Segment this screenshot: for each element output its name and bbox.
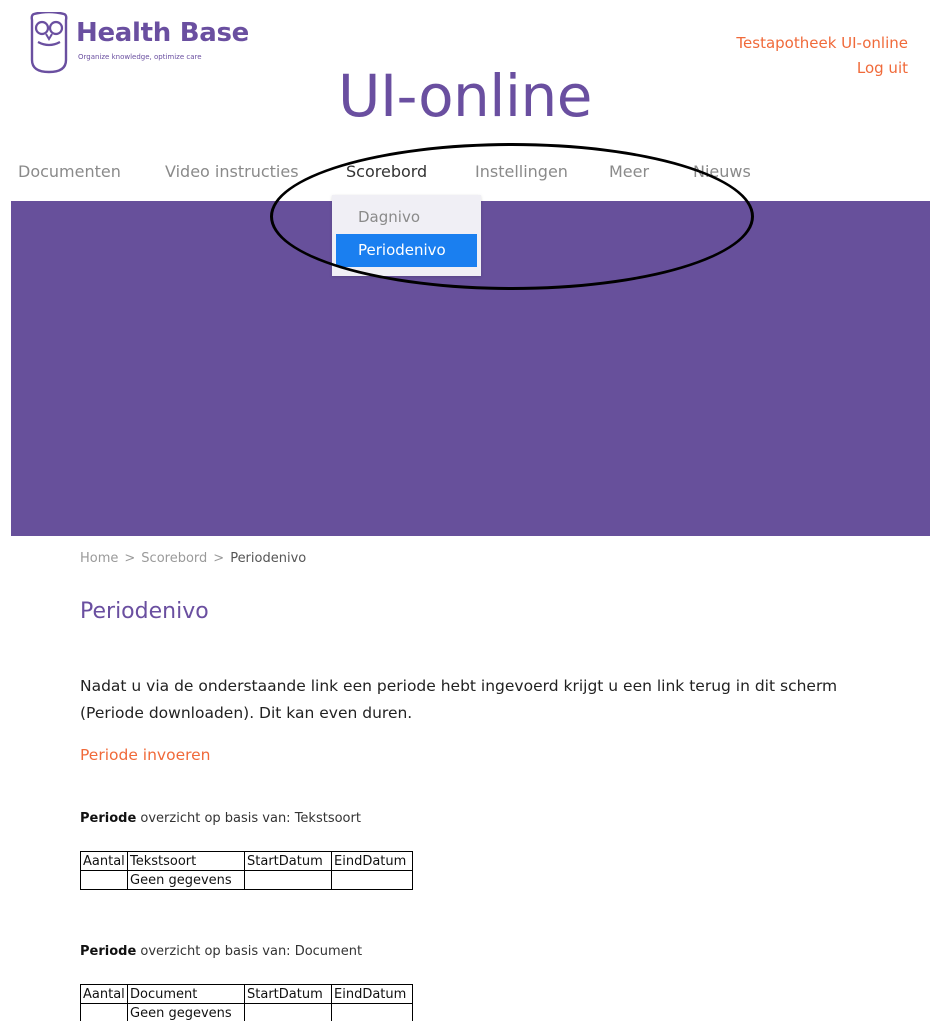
page-title: Periodenivo xyxy=(80,599,209,624)
breadcrumb-separator: > xyxy=(124,551,136,566)
table-cell xyxy=(80,870,128,890)
intro-text: Nadat u via de onderstaande link een per… xyxy=(80,677,838,722)
table-cell xyxy=(80,1003,128,1021)
table-cell xyxy=(244,1003,332,1021)
caption-text: overzicht op basis van: Document xyxy=(136,944,363,959)
account-link[interactable]: Testapotheek UI-online xyxy=(736,31,908,56)
nav-item-scorebord[interactable]: Scorebord xyxy=(346,162,427,181)
document-table: Aantal Document StartDatum EindDatum Gee… xyxy=(80,984,413,1021)
tekstsoort-table: Aantal Tekstsoort StartDatum EindDatum G… xyxy=(80,851,413,890)
table-cell: Geen gegevens xyxy=(127,870,245,890)
breadcrumb-scorebord[interactable]: Scorebord xyxy=(141,551,207,566)
table-caption-tekstsoort: Periode overzicht op basis van: Tekstsoo… xyxy=(80,811,361,826)
breadcrumb-current: Periodenivo xyxy=(230,551,307,566)
column-header: Aantal xyxy=(80,984,128,1004)
column-header: StartDatum xyxy=(244,984,332,1004)
caption-bold: Periode xyxy=(80,944,137,959)
table-cell xyxy=(331,1003,413,1021)
nav-item-instellingen[interactable]: Instellingen xyxy=(475,162,568,181)
dropdown-item-dagnivo[interactable]: Dagnivo xyxy=(336,201,477,234)
nav-item-meer[interactable]: Meer xyxy=(609,162,649,181)
caption-bold: Periode xyxy=(80,811,137,826)
column-header: Aantal xyxy=(80,851,128,871)
column-header: StartDatum xyxy=(244,851,332,871)
main-nav: Documenten Video instructies Scorebord I… xyxy=(0,162,930,184)
breadcrumb: Home > Scorebord > Periodenivo xyxy=(80,551,306,566)
scorebord-dropdown: Dagnivo Periodenivo xyxy=(332,195,481,276)
column-header: EindDatum xyxy=(331,851,413,871)
breadcrumb-separator: > xyxy=(213,551,225,566)
page: Health Base Organize knowledge, optimize… xyxy=(0,0,930,1021)
table-caption-document: Periode overzicht op basis van: Document xyxy=(80,944,362,959)
table-header-row: Aantal Document StartDatum EindDatum xyxy=(80,984,413,1004)
brand-name: Health Base xyxy=(76,18,250,48)
app-title: UI-online xyxy=(338,62,592,130)
dropdown-item-periodenivo[interactable]: Periodenivo xyxy=(336,234,477,267)
table-cell xyxy=(244,870,332,890)
table-cell xyxy=(331,870,413,890)
column-header: Document xyxy=(127,984,245,1004)
caption-text: overzicht op basis van: Tekstsoort xyxy=(136,811,361,826)
column-header: EindDatum xyxy=(331,984,413,1004)
nav-item-nieuws[interactable]: Nieuws xyxy=(693,162,751,181)
nav-item-video-instructies[interactable]: Video instructies xyxy=(165,162,299,181)
table-cell: Geen gegevens xyxy=(127,1003,245,1021)
column-header: Tekstsoort xyxy=(127,851,245,871)
breadcrumb-home[interactable]: Home xyxy=(80,551,118,566)
brand-tagline: Organize knowledge, optimize care xyxy=(78,53,202,61)
nav-item-documenten[interactable]: Documenten xyxy=(18,162,121,181)
table-row: Geen gegevens xyxy=(80,1003,413,1021)
periode-invoeren-link[interactable]: Periode invoeren xyxy=(80,746,211,764)
table-row: Geen gegevens xyxy=(80,870,413,890)
table-header-row: Aantal Tekstsoort StartDatum EindDatum xyxy=(80,851,413,871)
